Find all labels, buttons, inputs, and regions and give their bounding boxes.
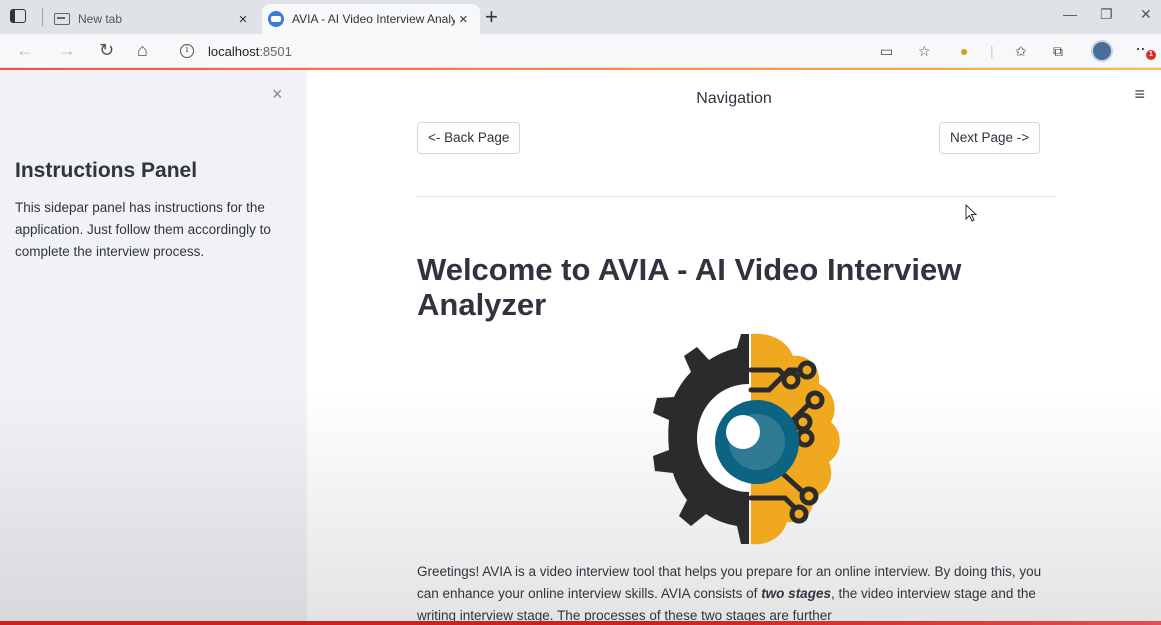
new-tab-button[interactable]: + <box>485 4 498 30</box>
forward-arrow-icon[interactable]: → <box>58 40 76 60</box>
avia-logo <box>653 333 840 545</box>
tab-close-icon[interactable]: × <box>234 11 252 28</box>
camera-icon[interactable]: ▭ <box>880 43 893 60</box>
next-page-button[interactable]: Next Page -> <box>939 122 1041 154</box>
tab-separator <box>42 8 43 26</box>
more-options-icon[interactable]: ·· <box>1135 38 1146 59</box>
minimize-icon[interactable]: — <box>1063 6 1077 22</box>
browser-tab-new-tab[interactable]: New tab × <box>48 4 260 34</box>
home-icon[interactable]: ⌂ <box>137 40 148 60</box>
browser-address-bar: ← → ↻ ⌂ i localhost:8501 ▭ ☆ ● | ✩ ⧉ ·· … <box>0 34 1161 68</box>
bottom-progress-bar <box>0 621 1161 625</box>
emphasis-two-stages: two stages <box>761 586 831 601</box>
navigation-heading: Navigation <box>696 90 772 107</box>
tab-title: AVIA - AI Video Interview Analyz <box>292 12 455 26</box>
newtab-icon <box>54 13 70 25</box>
browser-tab-avia[interactable]: AVIA - AI Video Interview Analyz × <box>262 4 480 34</box>
tab-close-icon[interactable]: × <box>455 11 472 28</box>
url-text: localhost:8501 <box>208 43 292 59</box>
extension-icon[interactable]: ● <box>960 43 968 59</box>
sidebar-close-icon[interactable]: × <box>272 84 283 105</box>
profile-avatar[interactable] <box>1091 40 1113 62</box>
page-title: Welcome to AVIA - AI Video Interview Ana… <box>417 252 962 322</box>
back-page-button[interactable]: <- Back Page <box>417 122 521 154</box>
tab-title: New tab <box>78 12 123 26</box>
mouse-cursor-icon <box>965 204 978 222</box>
browser-tab-bar: New tab × AVIA - AI Video Interview Anal… <box>0 0 1161 34</box>
eye-icon <box>715 400 799 484</box>
back-arrow-icon[interactable]: ← <box>16 40 34 60</box>
reload-icon[interactable]: ↻ <box>99 40 114 60</box>
intro-paragraph: Greetings! AVIA is a video interview too… <box>417 564 1042 623</box>
add-favorite-icon[interactable]: ☆ <box>918 43 931 60</box>
divider <box>417 196 1055 197</box>
restore-icon[interactable]: ❐ <box>1100 6 1113 23</box>
app-viewport: × Instructions Panel This sidepar panel … <box>0 68 1161 625</box>
sidebar-title: Instructions Panel <box>15 159 198 182</box>
url-field[interactable]: i localhost:8501 <box>172 38 862 64</box>
main-content: ≡ Navigation <- Back Page Next Page -> W… <box>307 70 1161 625</box>
toolbar-divider: | <box>990 43 994 59</box>
avia-favicon-icon <box>268 11 284 27</box>
notification-badge: 1 <box>1146 50 1156 60</box>
sidebar: × Instructions Panel This sidepar panel … <box>0 70 307 625</box>
window-close-icon[interactable]: ✕ <box>1140 6 1152 23</box>
sidebar-instructions: This sidepar panel has instructions for … <box>15 200 271 259</box>
favorites-icon[interactable]: ✩ <box>1015 43 1027 60</box>
tab-actions-icon[interactable] <box>10 9 26 23</box>
collections-icon[interactable]: ⧉ <box>1053 43 1063 60</box>
site-info-icon[interactable]: i <box>180 44 194 58</box>
